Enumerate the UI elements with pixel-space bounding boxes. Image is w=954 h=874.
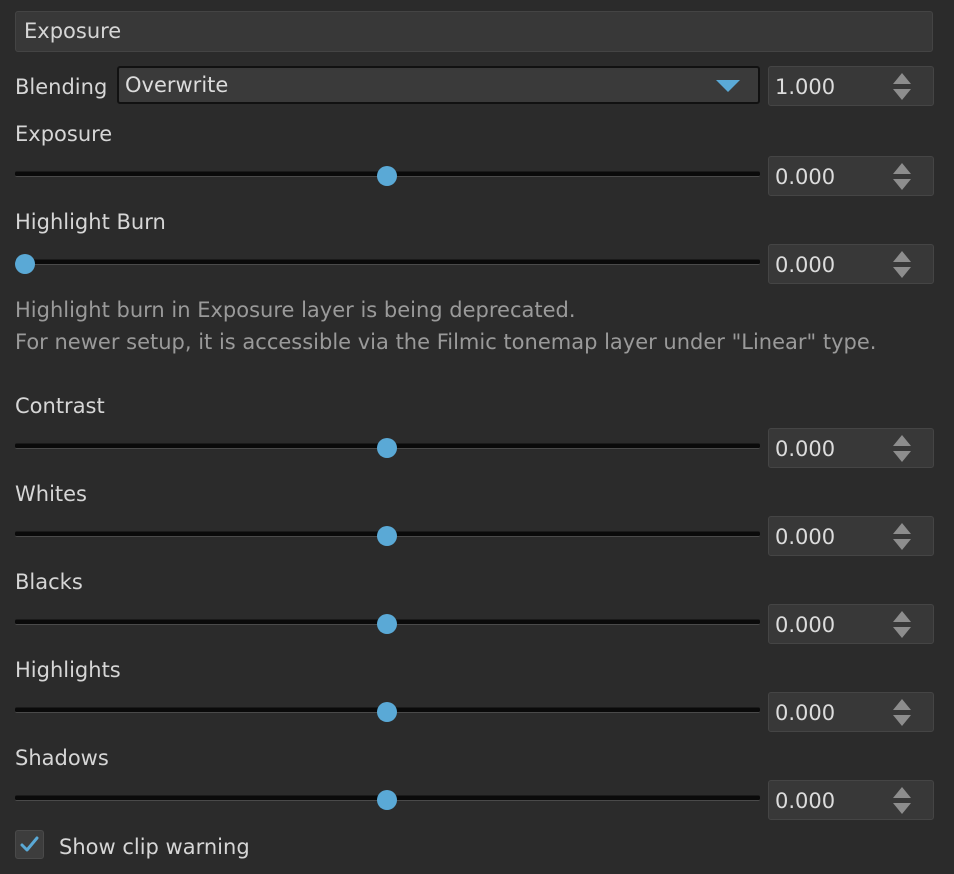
highlights-label: Highlights	[15, 658, 121, 682]
blending-opacity-value: 1.000	[775, 75, 836, 99]
checkmark-icon	[20, 836, 39, 852]
shadows-spinbox[interactable]: 0.000	[768, 780, 934, 820]
blending-opacity-spinbox[interactable]: 1.000	[768, 66, 934, 106]
decrement-arrow-icon[interactable]	[893, 267, 911, 278]
increment-arrow-icon[interactable]	[893, 435, 911, 446]
contrast-label: Contrast	[15, 394, 105, 418]
clip-warning-checkbox[interactable]	[15, 830, 44, 859]
layer-name-field[interactable]: Exposure	[15, 11, 933, 52]
highlight-burn-spinbox[interactable]: 0.000	[768, 244, 934, 284]
decrement-arrow-icon[interactable]	[893, 539, 911, 550]
blending-label: Blending	[15, 75, 108, 99]
increment-arrow-icon[interactable]	[893, 251, 911, 262]
contrast-value: 0.000	[775, 437, 836, 461]
increment-arrow-icon[interactable]	[893, 163, 911, 174]
blending-mode-value: Overwrite	[125, 73, 229, 97]
exposure-value: 0.000	[775, 165, 836, 189]
highlight-burn-value: 0.000	[775, 253, 836, 277]
blacks-label: Blacks	[15, 570, 83, 594]
deprecation-note-line-2: For newer setup, it is accessible via th…	[15, 330, 877, 354]
increment-arrow-icon[interactable]	[893, 611, 911, 622]
whites-slider-thumb[interactable]	[377, 526, 397, 546]
exposure-label: Exposure	[15, 122, 113, 146]
blending-mode-dropdown[interactable]: Overwrite	[117, 66, 760, 104]
deprecation-note-line-1: Highlight burn in Exposure layer is bein…	[15, 298, 576, 322]
whites-value: 0.000	[775, 525, 836, 549]
decrement-arrow-icon[interactable]	[893, 89, 911, 100]
increment-arrow-icon[interactable]	[893, 787, 911, 798]
shadows-value: 0.000	[775, 789, 836, 813]
shadows-label: Shadows	[15, 746, 109, 770]
increment-arrow-icon[interactable]	[893, 523, 911, 534]
highlights-slider-thumb[interactable]	[377, 702, 397, 722]
decrement-arrow-icon[interactable]	[893, 715, 911, 726]
whites-label: Whites	[15, 482, 88, 506]
clip-warning-label: Show clip warning	[59, 835, 250, 859]
shadows-slider-thumb[interactable]	[377, 790, 397, 810]
chevron-down-icon	[716, 80, 740, 92]
exposure-slider-thumb[interactable]	[377, 166, 397, 186]
highlights-value: 0.000	[775, 701, 836, 725]
layer-name-text: Exposure	[24, 19, 122, 43]
whites-spinbox[interactable]: 0.000	[768, 516, 934, 556]
contrast-spinbox[interactable]: 0.000	[768, 428, 934, 468]
decrement-arrow-icon[interactable]	[893, 627, 911, 638]
increment-arrow-icon[interactable]	[893, 73, 911, 84]
highlight-burn-slider-track[interactable]	[15, 259, 760, 265]
highlight-burn-slider-thumb[interactable]	[15, 254, 35, 274]
highlight-burn-label: Highlight Burn	[15, 210, 166, 234]
blacks-value: 0.000	[775, 613, 836, 637]
increment-arrow-icon[interactable]	[893, 699, 911, 710]
decrement-arrow-icon[interactable]	[893, 451, 911, 462]
decrement-arrow-icon[interactable]	[893, 803, 911, 814]
exposure-spinbox[interactable]: 0.000	[768, 156, 934, 196]
blacks-spinbox[interactable]: 0.000	[768, 604, 934, 644]
contrast-slider-thumb[interactable]	[377, 438, 397, 458]
highlights-spinbox[interactable]: 0.000	[768, 692, 934, 732]
decrement-arrow-icon[interactable]	[893, 179, 911, 190]
blacks-slider-thumb[interactable]	[377, 614, 397, 634]
